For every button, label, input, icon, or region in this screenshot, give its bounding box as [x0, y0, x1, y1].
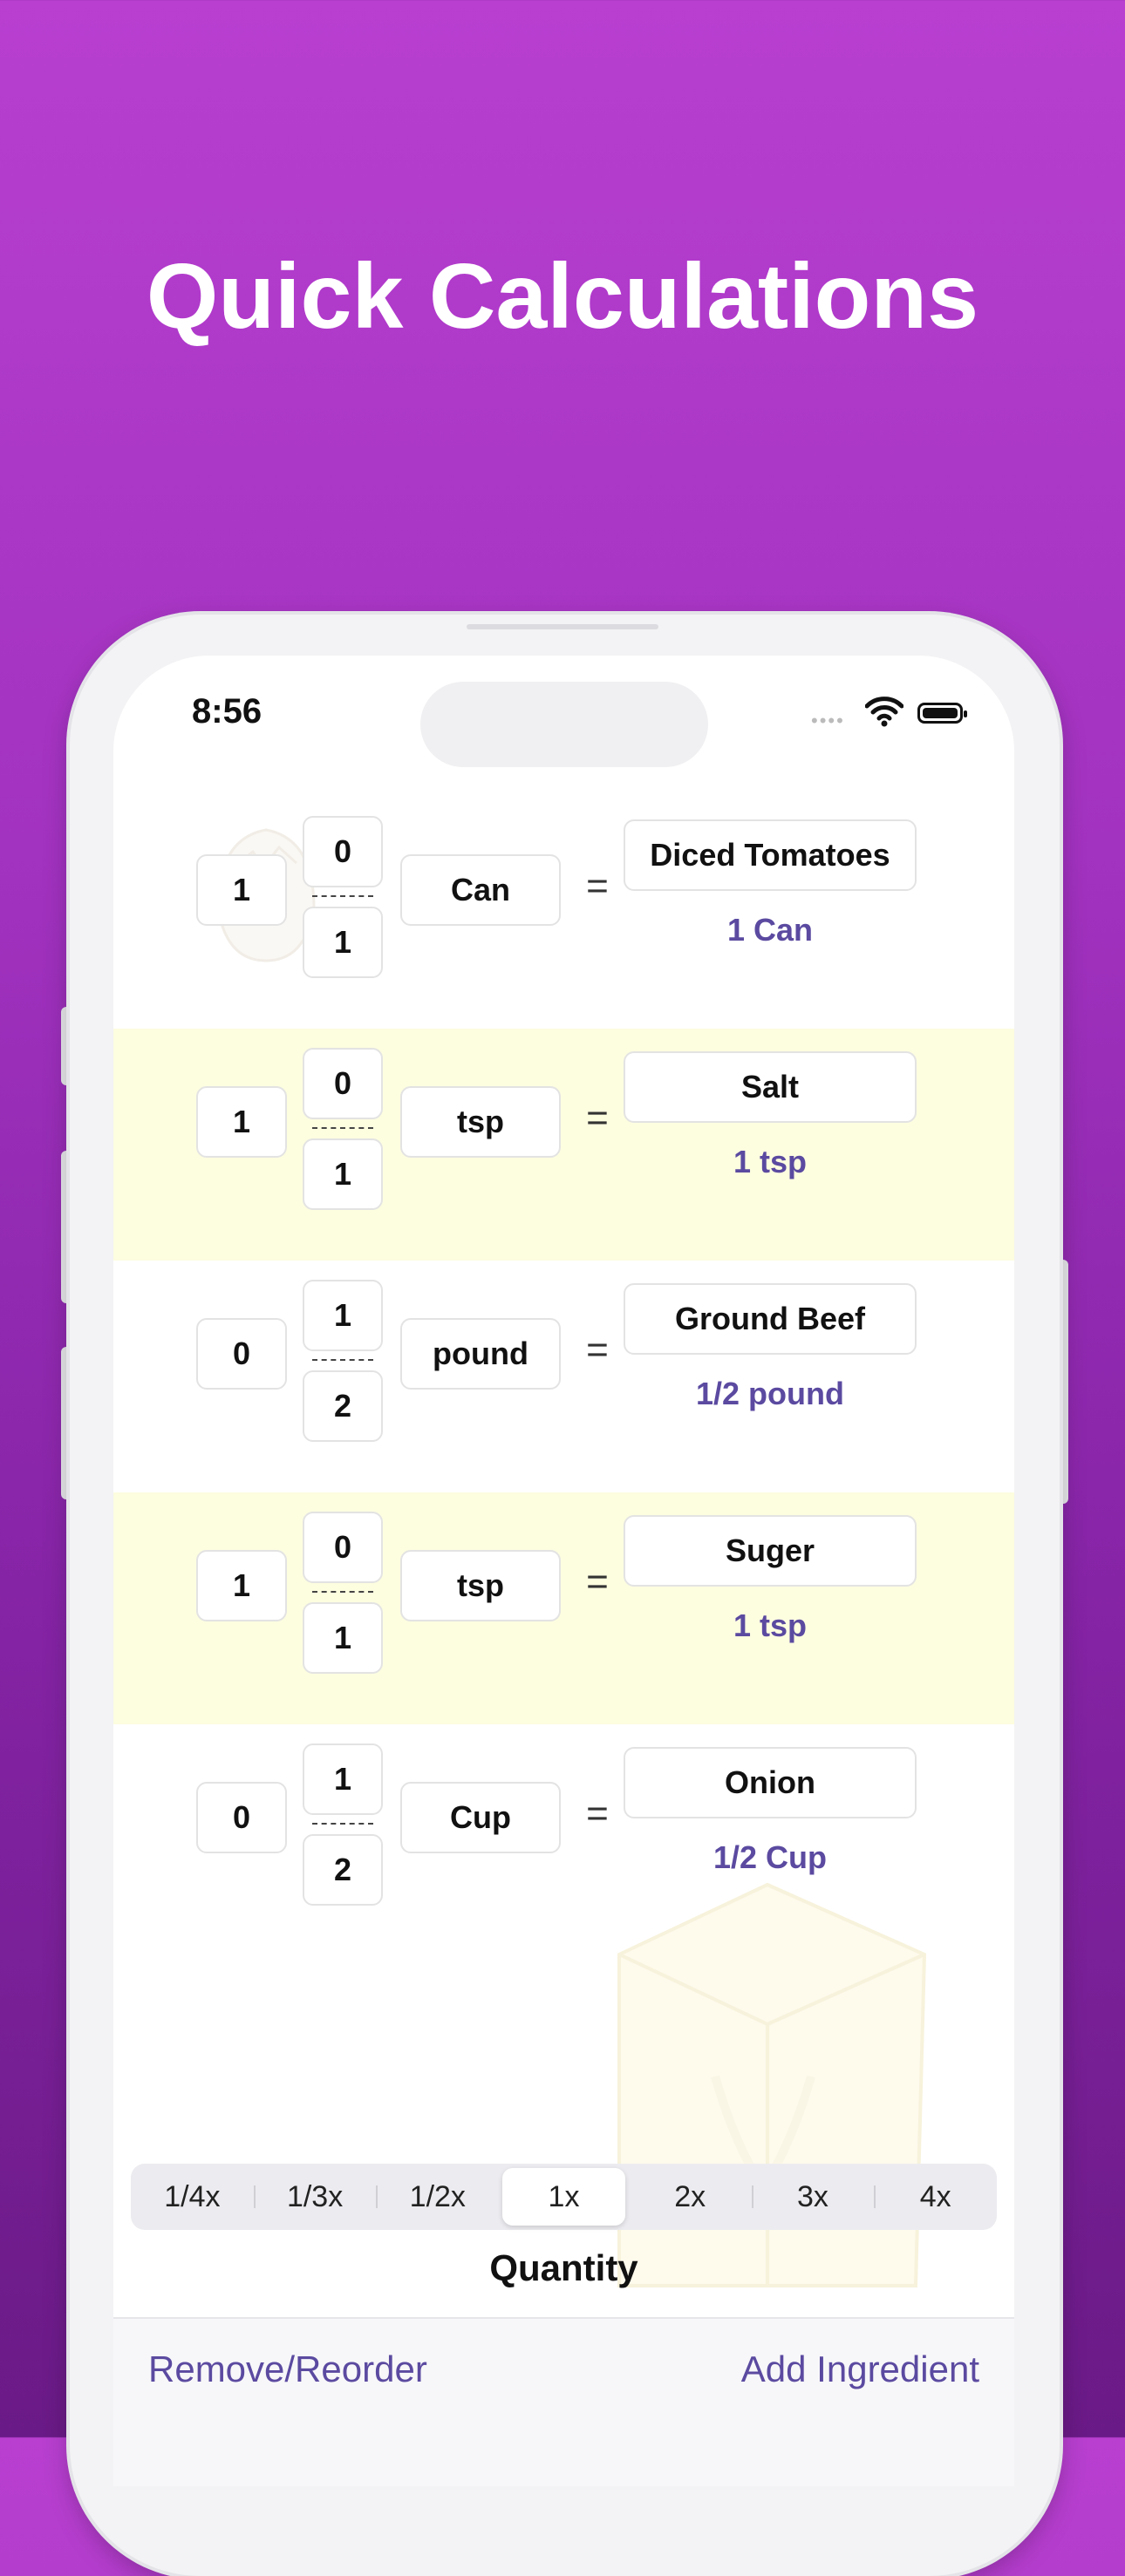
- fraction-divider: [312, 1823, 373, 1825]
- whole-number-field[interactable]: 1: [196, 1550, 287, 1621]
- numerator-field[interactable]: 0: [303, 1048, 383, 1119]
- unit-field[interactable]: Can: [400, 854, 561, 926]
- whole-number-field[interactable]: 0: [196, 1318, 287, 1390]
- battery-icon: [917, 703, 967, 724]
- fraction-divider: [312, 1591, 373, 1593]
- denominator-field[interactable]: 1: [303, 1138, 383, 1210]
- ingredient-name-field[interactable]: Diced Tomatoes: [624, 819, 917, 891]
- denominator-field[interactable]: 1: [303, 1602, 383, 1674]
- denominator-field[interactable]: 2: [303, 1834, 383, 1906]
- equals-sign: =: [586, 1097, 609, 1139]
- multiplier-segmented-control: 1/4x 1/3x 1/2x 1x 2x 3x 4x: [131, 2164, 997, 2230]
- numerator-field[interactable]: 0: [303, 1512, 383, 1583]
- numerator-field[interactable]: 1: [303, 1743, 383, 1815]
- ingredient-row: 1 0 1 tsp = Suger 1 tsp: [113, 1492, 1014, 1724]
- bottom-toolbar: Remove/Reorder Add Ingredient: [113, 2317, 1014, 2486]
- ingredient-name-field[interactable]: Suger: [624, 1515, 917, 1587]
- wifi-icon: [864, 696, 904, 731]
- status-time: 8:56: [192, 692, 262, 731]
- speaker-grille: [467, 624, 658, 629]
- unit-field[interactable]: pound: [400, 1318, 561, 1390]
- numerator-field[interactable]: 0: [303, 816, 383, 887]
- ingredient-row: 1 0 1 tsp = Salt 1 tsp: [113, 1029, 1014, 1261]
- equals-sign: =: [586, 1329, 609, 1371]
- whole-number-field[interactable]: 0: [196, 1782, 287, 1853]
- ingredient-name-field[interactable]: Ground Beef: [624, 1283, 917, 1355]
- multiplier-option-quarter[interactable]: 1/4x: [131, 2168, 254, 2226]
- scaled-result: 1 Can: [726, 912, 814, 948]
- whole-number-field[interactable]: 1: [196, 854, 287, 926]
- multiplier-option-3x[interactable]: 3x: [751, 2168, 875, 2226]
- ingredient-list: 1 0 1 Can = Diced Tomatoes 1 Can 1 0 1 t…: [113, 797, 1014, 1956]
- quantity-label: Quantity: [489, 2247, 638, 2288]
- remove-reorder-button[interactable]: Remove/Reorder: [148, 2348, 427, 2390]
- fraction-divider: [312, 895, 373, 897]
- dynamic-island: [420, 682, 708, 767]
- multiplier-option-half[interactable]: 1/2x: [376, 2168, 499, 2226]
- headline: Quick Calculations: [146, 245, 979, 348]
- scaled-result: 1/2 Cup: [712, 1839, 828, 1875]
- equals-sign: =: [586, 865, 609, 907]
- ingredient-row: 0 1 2 pound = Ground Beef 1/2 pound: [113, 1261, 1014, 1492]
- unit-field[interactable]: tsp: [400, 1550, 561, 1621]
- ingredient-name-field[interactable]: Onion: [624, 1747, 917, 1818]
- fraction-divider: [312, 1359, 373, 1361]
- unit-field[interactable]: tsp: [400, 1086, 561, 1158]
- ingredient-row: 1 0 1 Can = Diced Tomatoes 1 Can: [113, 797, 1014, 1029]
- status-icons: ••••: [811, 696, 985, 731]
- phone-screen: 8:56 •••• 1 0 1 Can = Diced Tomatoes 1 C…: [113, 656, 1014, 2486]
- denominator-field[interactable]: 1: [303, 907, 383, 978]
- equals-sign: =: [586, 1792, 609, 1835]
- ingredient-row: 0 1 2 Cup = Onion 1/2 Cup: [113, 1724, 1014, 1956]
- whole-number-field[interactable]: 1: [196, 1086, 287, 1158]
- add-ingredient-button[interactable]: Add Ingredient: [741, 2348, 979, 2390]
- multiplier-option-4x[interactable]: 4x: [874, 2168, 997, 2226]
- multiplier-option-2x[interactable]: 2x: [629, 2168, 752, 2226]
- scaled-result: 1/2 pound: [696, 1376, 844, 1411]
- denominator-field[interactable]: 2: [303, 1370, 383, 1442]
- multiplier-option-1x[interactable]: 1x: [502, 2168, 625, 2226]
- fraction-divider: [312, 1127, 373, 1129]
- scaled-result: 1 tsp: [733, 1144, 808, 1179]
- scaled-result: 1 tsp: [733, 1607, 808, 1643]
- equals-sign: =: [586, 1560, 609, 1603]
- multiplier-option-third[interactable]: 1/3x: [253, 2168, 377, 2226]
- unit-field[interactable]: Cup: [400, 1782, 561, 1853]
- numerator-field[interactable]: 1: [303, 1280, 383, 1351]
- signal-icon: ••••: [811, 710, 845, 731]
- ingredient-name-field[interactable]: Salt: [624, 1051, 917, 1123]
